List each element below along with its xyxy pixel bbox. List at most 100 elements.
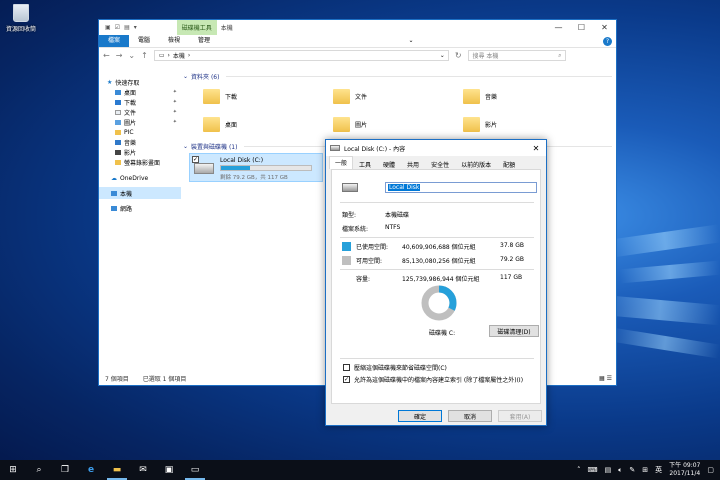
recent-dropdown-icon[interactable]: ⌄ [128,51,135,60]
address-dropdown-icon[interactable]: ⌄ [440,52,445,59]
drive-checkbox[interactable]: ✓ [192,156,199,163]
nav-onedrive[interactable]: ☁ OneDrive [99,173,181,183]
cancel-button[interactable]: 取消 [448,410,492,422]
selected-count: 已選取 1 個項目 [142,375,187,383]
cloud-icon: ☁ [111,174,117,182]
tab-tools[interactable]: 工具 [353,158,377,169]
hard-drive-icon [330,145,340,151]
forward-icon[interactable]: → [116,51,123,60]
search-icon: ⌕ [36,465,42,475]
context-tab-drive-tools[interactable]: 磁碟機工具 [176,20,217,35]
edge-icon: e [87,465,95,475]
folder-desktop[interactable]: 桌面 [203,117,237,132]
disk-cleanup-button[interactable]: 磁碟清理(D) [489,325,539,337]
nav-item-downloads[interactable]: 下載 ✦ [99,97,181,107]
compress-option[interactable]: 壓縮這個磁碟機來節省磁碟空間(C) [343,363,447,372]
index-option[interactable]: ✓ 允許為這個磁碟機中的檔案內容建立索引 (除了檔案屬性之外)(I) [343,375,523,384]
volume-icon[interactable]: 🔈︎ [618,466,622,475]
desktop-icon [115,89,121,95]
tab-security[interactable]: 安全性 [425,158,455,169]
nav-item-music[interactable]: 音樂 [99,137,181,147]
ribbon-expand-icon[interactable]: ⌄ [407,35,416,47]
type-value: 本機磁碟 [385,212,410,219]
back-icon[interactable]: ← [103,51,110,60]
ok-button[interactable]: 確定 [398,410,442,422]
tab-view[interactable]: 檢視 [159,35,189,47]
folder-music[interactable]: 音樂 [463,89,497,104]
action-center-icon[interactable]: ▢ [707,466,714,474]
folder-documents[interactable]: 文件 [333,89,367,104]
navigation-pane: ★ 快速存取 桌面 ✦ 下載 ✦ 文件 ✦ 圖片 ✦ PIC 音樂 影片 螢幕錄影畫面 ☁… [99,65,181,370]
edge-button[interactable]: e [78,460,104,480]
used-label: 已使用空間: [356,244,389,251]
picture-icon [115,119,121,125]
chevron-up-icon[interactable]: ˄ [577,466,581,474]
index-checkbox[interactable]: ✓ [343,376,350,383]
nav-network[interactable]: 網路 [99,203,181,213]
up-icon[interactable]: ↑ [141,51,148,60]
clock-date: 2017/11/4 [669,470,701,477]
computer-icon: ▭ [158,52,165,59]
tab-previous-versions[interactable]: 以前的版本 [455,158,497,169]
mail-button[interactable]: ✉ [130,460,156,480]
start-button[interactable]: ⊞ [0,460,26,480]
nav-item-desktop[interactable]: 桌面 ✦ [99,87,181,97]
maximize-button[interactable]: ☐ [570,23,593,32]
tab-general[interactable]: 一般 [329,156,354,169]
pin-icon: ✦ [172,99,177,105]
folder-videos[interactable]: 影片 [463,117,497,132]
minimize-button[interactable]: — [547,23,570,32]
item-count: 7 個項目 [105,375,129,383]
hard-drive-icon [194,163,214,174]
tab-file[interactable]: 檔案 [99,35,130,47]
drive-size: 剩餘 79.2 GB，共 117 GB [220,175,288,181]
drive-properties-taskbar-button[interactable]: ▭ [182,460,208,480]
network-icon[interactable]: ▤ [605,466,612,474]
nav-item-screen-recordings[interactable]: 螢幕錄影畫面 [99,157,181,167]
disk-usage-donut [421,285,457,321]
task-view-button[interactable]: ❐ [52,460,78,480]
recycle-bin[interactable]: 資源回收筒 [4,4,38,33]
folders-group-header[interactable]: ⌄ 資料夾 (6) [183,71,616,81]
folder-downloads[interactable]: 下載 [203,89,237,104]
search-button[interactable]: ⌕ [26,460,52,480]
address-input[interactable]: ▭ › 本機 › ⌄ [153,50,449,61]
tab-manage[interactable]: 管理 [189,35,219,47]
view-toggle-icons[interactable]: ▦ ☰ [599,375,612,382]
close-button[interactable]: ✕ [593,23,616,32]
music-icon [115,139,121,145]
nav-quick-access[interactable]: ★ 快速存取 [99,77,181,87]
pen-icon[interactable]: ✎ [629,466,635,474]
keyboard-icon[interactable]: ⌨ [587,466,597,474]
pin-icon: ✦ [172,119,177,125]
drive-large-icon [342,183,358,192]
tab-sharing[interactable]: 共用 [401,158,425,169]
input-mode-icon[interactable]: ⊞ [642,466,648,474]
nav-item-documents[interactable]: 文件 ✦ [99,107,181,117]
drive-name-input[interactable]: Local Disk [385,182,537,193]
store-button[interactable]: ▣ [156,460,182,480]
qat-dropdown-icon[interactable]: ▾ [134,24,137,31]
tab-hardware[interactable]: 硬體 [377,158,401,169]
search-input[interactable]: 搜尋 本機 ⌕ [467,50,566,61]
refresh-icon[interactable]: ↻ [455,51,462,60]
tab-computer[interactable]: 電腦 [129,35,159,47]
nav-this-pc[interactable]: 本機 [99,187,181,199]
drive-c[interactable]: ✓ Local Disk (C:) 剩餘 79.2 GB，共 117 GB [189,153,323,182]
dialog-close-button[interactable]: ✕ [526,144,546,153]
file-explorer-button[interactable]: ▬ [104,460,130,480]
help-icon[interactable]: ? [603,36,612,46]
tab-quota[interactable]: 配額 [497,158,521,169]
new-folder-icon[interactable]: ▤ [124,24,130,31]
type-label: 類型: [342,212,357,219]
nav-item-pictures[interactable]: 圖片 ✦ [99,117,181,127]
nav-item-videos[interactable]: 影片 [99,147,181,157]
compress-checkbox[interactable] [343,364,350,371]
folder-pictures[interactable]: 圖片 [333,117,367,132]
properties-icon[interactable]: ☑ [115,24,120,31]
ime-indicator[interactable]: 英 [655,465,662,475]
clock[interactable]: 下午 09:07 2017/11/4 [669,462,700,478]
general-tab-panel: Local Disk 類型: 本機磁碟 檔案系統: NTFS 已使用空間: 40… [331,169,541,404]
nav-item-pic[interactable]: PIC [99,127,181,137]
apply-button[interactable]: 套用(A) [498,410,542,422]
